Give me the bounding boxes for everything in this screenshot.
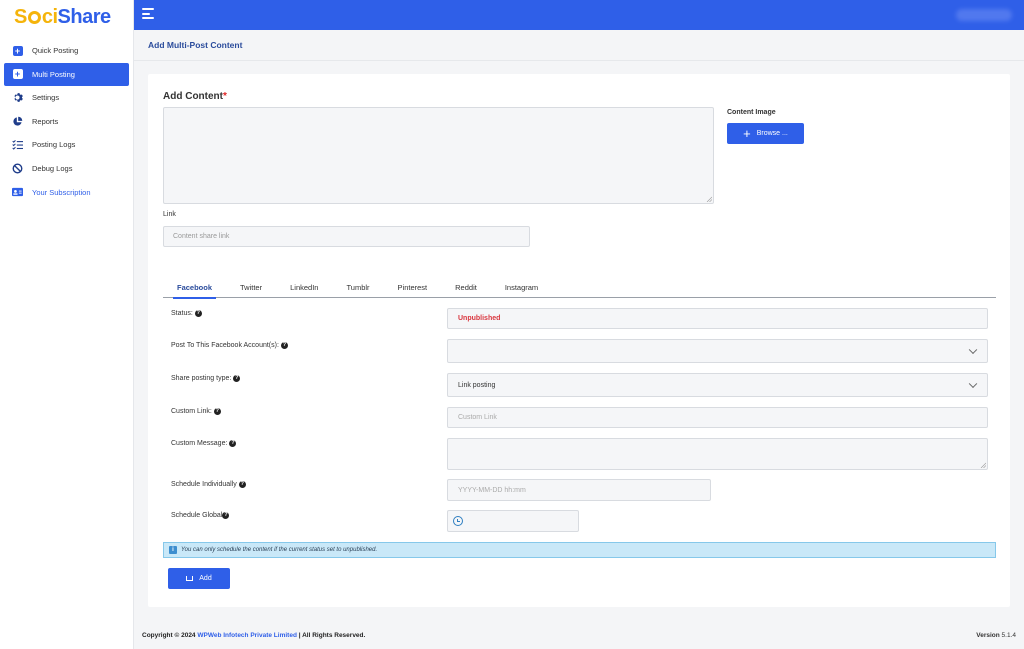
tab-instagram[interactable]: Instagram bbox=[491, 279, 552, 298]
status-label: Status:? bbox=[171, 310, 202, 317]
chevron-down-icon bbox=[968, 379, 978, 389]
tab-facebook[interactable]: Facebook bbox=[163, 279, 226, 299]
schedule-global-label: Schedule Global? bbox=[171, 512, 230, 519]
logo-share: Share bbox=[57, 5, 112, 28]
help-icon[interactable]: ? bbox=[194, 310, 202, 317]
browse-button-label: Browse ... bbox=[756, 130, 788, 137]
resize-handle-icon[interactable] bbox=[706, 196, 712, 202]
sidebar-item-posting-logs[interactable]: Posting Logs bbox=[4, 133, 129, 156]
chevron-down-icon bbox=[968, 345, 978, 355]
gear-icon bbox=[12, 92, 23, 103]
share-type-select[interactable]: Link posting bbox=[447, 373, 988, 397]
status-field: Unpublished bbox=[447, 308, 988, 329]
custom-message-label: Custom Message:? bbox=[171, 440, 237, 447]
required-mark: * bbox=[223, 91, 227, 102]
company-link[interactable]: WPWeb Infotech Private Limited bbox=[197, 632, 297, 639]
page-header: Add Multi-Post Content bbox=[134, 30, 1024, 61]
list-check-icon bbox=[12, 139, 23, 151]
link-label: Link bbox=[163, 211, 176, 218]
schedule-global-input[interactable] bbox=[447, 510, 579, 532]
sidebar-item-debug-logs[interactable]: Debug Logs bbox=[4, 157, 129, 180]
sidebar-item-label: Debug Logs bbox=[32, 163, 73, 173]
inbox-icon bbox=[186, 576, 194, 581]
custom-link-input[interactable]: Custom Link bbox=[447, 407, 988, 428]
tab-twitter[interactable]: Twitter bbox=[226, 279, 276, 298]
add-content-card: Add Content* Content Image + Browse ... … bbox=[148, 74, 1010, 607]
sidebar-item-label: Reports bbox=[32, 116, 59, 126]
page-title: Add Multi-Post Content bbox=[148, 40, 243, 50]
id-card-icon bbox=[12, 187, 23, 198]
logo-ci: ci bbox=[41, 5, 58, 28]
help-icon[interactable]: ? bbox=[238, 481, 246, 488]
tab-pinterest[interactable]: Pinterest bbox=[384, 279, 442, 298]
sidebar-item-multi-posting[interactable]: + Multi Posting bbox=[4, 62, 129, 86]
footer-copyright: Copyright © 2024 WPWeb Infotech Private … bbox=[142, 632, 366, 639]
sidebar-nav: + Quick Posting + Multi Posting Settings… bbox=[0, 39, 133, 204]
schedule-individually-label: Schedule Individually? bbox=[171, 481, 246, 488]
info-icon: i bbox=[169, 546, 177, 554]
add-content-heading: Add Content* bbox=[163, 91, 227, 102]
sidebar: Sci Share + Quick Posting + Multi Posting… bbox=[0, 0, 134, 649]
schedule-info-notice: i You can only schedule the content if t… bbox=[163, 542, 996, 558]
tab-linkedin[interactable]: LinkedIn bbox=[276, 279, 332, 298]
sidebar-item-reports[interactable]: Reports bbox=[4, 110, 129, 133]
content-textarea[interactable] bbox=[163, 107, 714, 204]
pie-chart-icon bbox=[12, 116, 23, 127]
hamburger-menu-icon[interactable] bbox=[142, 8, 154, 20]
info-text: You can only schedule the content if the… bbox=[181, 547, 378, 553]
network-tabs: Facebook Twitter LinkedIn Tumblr Pintere… bbox=[163, 279, 996, 299]
help-icon[interactable]: ? bbox=[280, 342, 288, 349]
app-logo[interactable]: Sci Share bbox=[0, 0, 133, 34]
custom-link-label: Custom Link:? bbox=[171, 408, 221, 415]
help-icon[interactable]: ? bbox=[233, 375, 241, 382]
footer-version: Version 5.1.4 bbox=[976, 632, 1016, 639]
logo-ring-icon bbox=[27, 10, 41, 24]
sidebar-item-your-subscription[interactable]: Your Subscription bbox=[4, 181, 129, 204]
user-menu[interactable] bbox=[956, 9, 1012, 21]
facebook-accounts-select[interactable] bbox=[447, 339, 988, 363]
custom-message-textarea[interactable] bbox=[447, 438, 988, 470]
sidebar-item-label: Quick Posting bbox=[32, 46, 79, 55]
schedule-individually-input[interactable]: YYYY-MM-DD hh:mm bbox=[447, 479, 711, 501]
tab-tumblr[interactable]: Tumblr bbox=[332, 279, 383, 298]
share-type-label: Share posting type:? bbox=[171, 375, 241, 382]
plus-icon: + bbox=[743, 126, 751, 141]
help-icon[interactable]: ? bbox=[229, 440, 237, 447]
help-icon[interactable]: ? bbox=[213, 408, 221, 415]
sidebar-item-settings[interactable]: Settings bbox=[4, 86, 129, 109]
logo-s: S bbox=[14, 5, 27, 28]
add-button-label: Add bbox=[199, 575, 212, 582]
resize-handle-icon[interactable] bbox=[980, 462, 986, 468]
tab-reddit[interactable]: Reddit bbox=[441, 279, 491, 298]
sidebar-item-label: Settings bbox=[32, 93, 60, 103]
ban-icon bbox=[12, 163, 23, 174]
accounts-label: Post To This Facebook Account(s):? bbox=[171, 342, 288, 349]
content-image-label: Content Image bbox=[727, 109, 776, 116]
top-bar bbox=[134, 0, 1024, 30]
link-input[interactable]: Content share link bbox=[163, 226, 530, 247]
plus-square-icon: + bbox=[12, 69, 23, 80]
plus-square-icon: + bbox=[12, 45, 23, 56]
browse-button[interactable]: + Browse ... bbox=[727, 123, 804, 144]
clock-icon bbox=[453, 516, 463, 526]
sidebar-item-quick-posting[interactable]: + Quick Posting bbox=[4, 39, 129, 62]
sidebar-item-label: Your Subscription bbox=[32, 187, 91, 197]
sidebar-item-label: Posting Logs bbox=[32, 140, 76, 150]
sidebar-item-label: Multi Posting bbox=[32, 69, 75, 79]
add-button[interactable]: Add bbox=[168, 568, 230, 589]
help-icon[interactable]: ? bbox=[222, 512, 230, 519]
